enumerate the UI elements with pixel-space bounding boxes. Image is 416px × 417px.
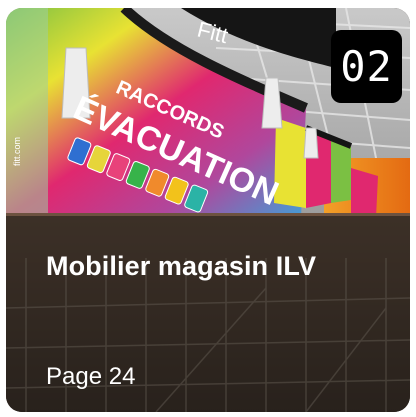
sign-left-panel — [6, 8, 48, 218]
card-title[interactable]: Mobilier magasin ILV — [46, 251, 316, 282]
page-reference[interactable]: Page 24 — [46, 363, 135, 391]
catalog-card[interactable]: RACCORDS ÉVACUATION Fitt fitt.com Mobili… — [6, 8, 410, 412]
sign-small-text: fitt.com — [12, 137, 22, 166]
number-badge: 02 — [331, 30, 402, 103]
